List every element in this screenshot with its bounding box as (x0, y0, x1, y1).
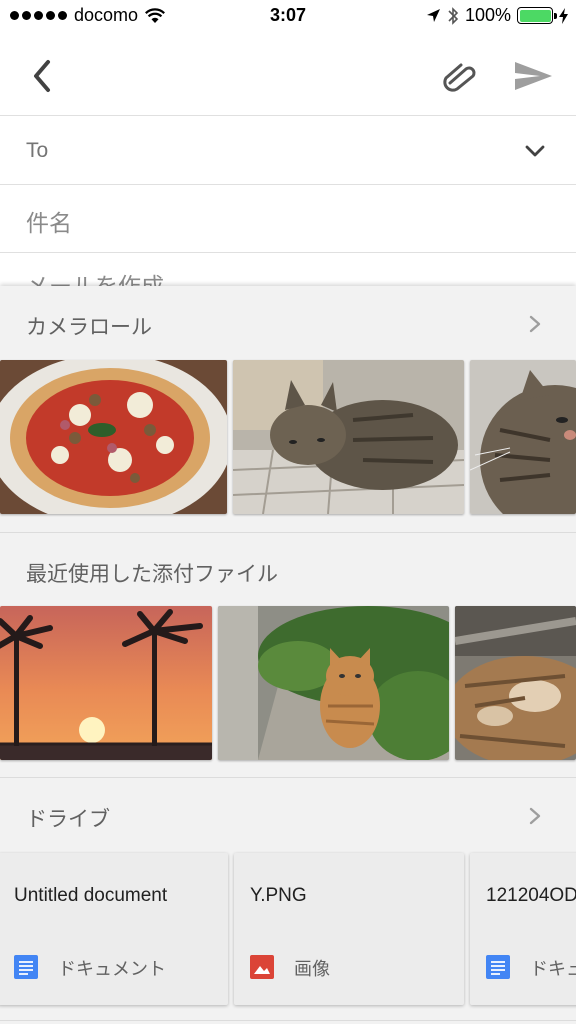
chevron-down-icon[interactable] (524, 141, 546, 161)
section-divider (0, 1020, 576, 1021)
subject-field[interactable]: 件名 (0, 185, 576, 253)
recent-photo-sunset[interactable] (0, 606, 212, 760)
chevron-right-icon[interactable] (528, 806, 542, 826)
drive-header[interactable]: ドライブ (0, 778, 576, 852)
camera-roll-title: カメラロール (26, 316, 152, 339)
compose-toolbar (0, 34, 576, 116)
drive-file-name: Untitled document (14, 885, 168, 906)
battery-icon (517, 7, 557, 24)
subject-placeholder: 件名 (26, 210, 72, 236)
drive-title: ドライブ (26, 808, 110, 831)
drive-file-card[interactable]: 121204OD ドキュ (470, 853, 576, 1005)
status-bar: docomo 3:07 100% (0, 0, 576, 34)
charging-bolt-icon (559, 7, 568, 24)
to-label: To (26, 139, 49, 162)
docs-icon (14, 955, 38, 979)
battery-percent: 100% (464, 5, 511, 25)
attachment-panel: カメラロール 最近使用した添付ファイル ドライブ Untitled docume… (0, 286, 576, 1024)
chevron-right-icon[interactable] (528, 314, 542, 334)
drive-file-type: ドキュメント (58, 959, 166, 979)
docs-icon (486, 955, 510, 979)
bluetooth-icon (448, 6, 459, 25)
recent-photo-orange-cat[interactable] (218, 606, 449, 760)
location-arrow-icon (426, 9, 440, 22)
drive-file-card[interactable]: Untitled document ドキュメント (0, 853, 228, 1005)
recent-attachments-title: 最近使用した添付ファイル (26, 563, 278, 586)
paperclip-icon[interactable] (438, 56, 482, 96)
camera-roll-photo-cat-closeup[interactable] (470, 360, 576, 514)
to-field[interactable]: To (0, 117, 576, 185)
drive-file-name: Y.PNG (250, 885, 307, 906)
drive-file-name: 121204OD (486, 885, 576, 906)
back-chevron-icon[interactable] (22, 54, 66, 98)
camera-roll-photo-tabby-cat[interactable] (233, 360, 464, 514)
drive-file-type: 画像 (294, 959, 330, 979)
send-icon[interactable] (510, 54, 556, 98)
recent-photo-cat-paws[interactable] (455, 606, 576, 760)
drive-file-card[interactable]: Y.PNG 画像 (234, 853, 464, 1005)
status-right: 100% (426, 5, 568, 26)
recent-attachments-header: 最近使用した添付ファイル (0, 533, 576, 607)
battery-fill (519, 9, 551, 22)
camera-roll-photo-pizza[interactable] (0, 360, 227, 514)
image-icon (250, 955, 274, 979)
drive-file-type: ドキュ (530, 959, 576, 979)
camera-roll-header[interactable]: カメラロール (0, 286, 576, 360)
